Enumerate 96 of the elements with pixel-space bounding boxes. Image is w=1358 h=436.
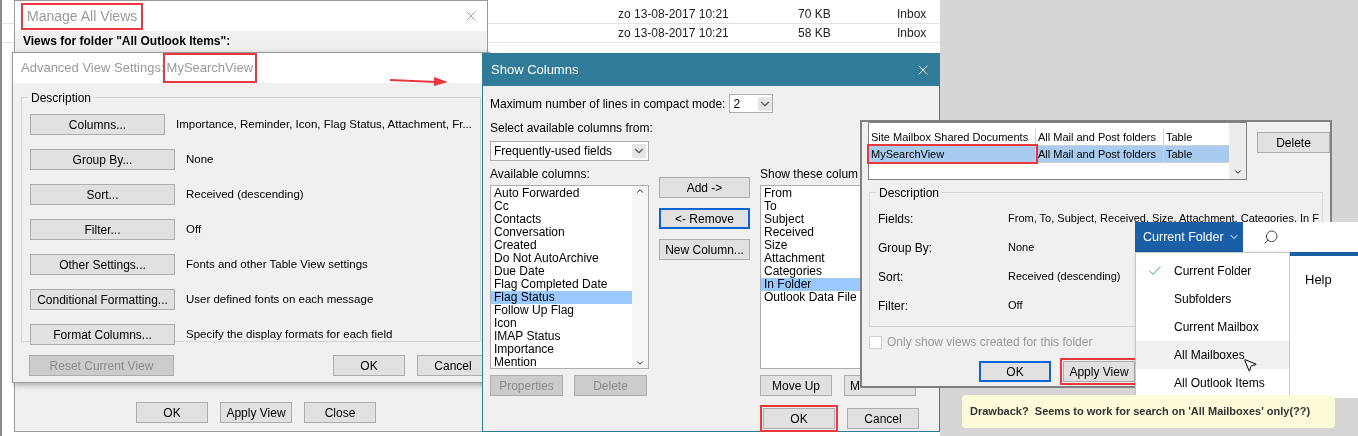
setting-value: Received (descending) xyxy=(186,186,304,202)
dialog-button[interactable]: Conditional Formatting... xyxy=(30,289,175,310)
arrow-annotation xyxy=(390,77,448,86)
list-item[interactable]: Due Date xyxy=(491,265,632,278)
dialog-button[interactable]: <- Remove xyxy=(659,208,750,229)
field-label: Filter: xyxy=(878,297,909,315)
field-label: Available columns: xyxy=(490,166,590,183)
dialog-button[interactable]: Close xyxy=(304,402,376,423)
dialog-button[interactable]: Format Columns... xyxy=(30,324,175,345)
list-item[interactable]: Flag Completed Date xyxy=(491,278,632,291)
scope-dropdown-button[interactable]: Current Folder xyxy=(1135,222,1243,252)
list-item[interactable]: Follow Up Flag xyxy=(491,304,632,317)
field-value: Off xyxy=(1008,298,1023,314)
menu-item[interactable]: All Mailboxes xyxy=(1136,341,1289,369)
window-title: Show Columns xyxy=(491,61,579,80)
chevron-up-icon xyxy=(635,186,645,196)
view-name: MySearchView xyxy=(164,55,256,81)
dialog-button[interactable]: Apply View xyxy=(220,402,292,423)
note-callout: Drawback? Seems to work for search on 'All Mailboxes' only(??) xyxy=(962,395,1335,428)
table-cell: MySearchView xyxy=(869,145,1036,163)
list-item[interactable]: Do Not AutoArchive xyxy=(491,252,632,265)
table-cell: Site Mailbox Shared Documents xyxy=(869,128,1036,146)
dialog-button[interactable]: Apply View xyxy=(1063,361,1135,382)
received-date: zo 13-08-2017 10:21 xyxy=(618,25,730,42)
menu-item-label: Subfolders xyxy=(1174,291,1232,308)
field-value: None xyxy=(1008,240,1035,256)
setting-value: Importance, Reminder, Icon, Flag Status, Attachment, Fr... xyxy=(176,116,472,132)
mouse-cursor-icon xyxy=(1242,357,1258,373)
chevron-down-icon xyxy=(635,358,645,368)
list-item[interactable]: Created xyxy=(491,239,632,252)
checkbox-label: Only show views created for this folder xyxy=(887,334,1093,351)
list-item[interactable]: Importance xyxy=(491,343,632,356)
list-item[interactable]: IMAP Status xyxy=(491,330,632,343)
received-date: zo 13-08-2017 10:21 xyxy=(618,6,730,23)
setting-value: None xyxy=(186,151,214,167)
menu-item[interactable]: Subfolders xyxy=(1136,285,1289,313)
lines-dropdown[interactable]: 2 xyxy=(729,94,774,113)
dialog-button[interactable]: Group By... xyxy=(30,149,175,170)
folder-name: Inbox xyxy=(897,25,927,42)
dialog-button[interactable]: Filter... xyxy=(30,219,175,240)
list-item[interactable]: Icon xyxy=(491,317,632,330)
list-item[interactable]: Conversation xyxy=(491,226,632,239)
setting-value: Fonts and other Table View settings xyxy=(186,256,368,272)
list-item[interactable]: Contacts xyxy=(491,213,632,226)
window-title: Manage All Views xyxy=(23,4,142,28)
menu-item-label: All Mailboxes xyxy=(1174,347,1245,364)
menu-item-label: Current Folder xyxy=(1174,263,1252,280)
table-cell: All Mail and Post folders xyxy=(1036,145,1164,163)
dialog-button[interactable]: Delete xyxy=(1257,132,1330,153)
dialog-button[interactable]: Other Settings... xyxy=(30,254,175,275)
search-icon xyxy=(1263,229,1279,245)
setting-value: Specify the display formats for each field xyxy=(186,326,393,342)
views-heading: Views for folder "All Outlook Items": xyxy=(23,34,231,48)
field-label: Group By: xyxy=(878,239,934,257)
field-value: Received (descending) xyxy=(1008,269,1121,285)
source-dropdown[interactable]: Frequently-used fields xyxy=(490,141,649,161)
message-size: 70 KB xyxy=(798,6,832,23)
dialog-button[interactable]: Cancel xyxy=(847,408,919,429)
search-field[interactable] xyxy=(1243,222,1358,252)
list-item[interactable]: Cc xyxy=(491,200,632,213)
chevron-down-icon xyxy=(1232,167,1243,177)
field-label: Fields: xyxy=(878,210,915,228)
field-label: Show these colum xyxy=(760,166,859,183)
menu-item[interactable]: All Outlook Items xyxy=(1136,369,1289,397)
dialog-button[interactable]: OK xyxy=(333,355,405,376)
menu-item-label: All Outlook Items xyxy=(1174,375,1265,392)
table-cell: All Mail and Post folders xyxy=(1036,128,1164,146)
dialog-button[interactable]: OK xyxy=(763,408,835,429)
scrollbar[interactable] xyxy=(1229,123,1246,179)
setting-value: User defined fonts on each message xyxy=(186,291,374,307)
window-title: Advanced View Settings: xyxy=(21,59,165,78)
scrollbar[interactable] xyxy=(632,186,648,368)
dialog-button[interactable]: OK xyxy=(979,361,1051,382)
dialog-button[interactable]: New Column... xyxy=(659,239,750,260)
dialog-button[interactable]: OK xyxy=(136,402,208,423)
folder-name: Inbox xyxy=(897,6,927,23)
dialog-button[interactable]: Add -> xyxy=(659,177,750,198)
table-row[interactable]: MySearchView All Mail and Post folders Table xyxy=(869,146,1229,163)
menu-item[interactable]: Current Folder xyxy=(1136,257,1289,285)
message-size: 58 KB xyxy=(798,25,832,42)
table-cell-text: Table xyxy=(1165,146,1194,162)
ribbon-tab[interactable]: Help xyxy=(1305,270,1358,290)
dialog-button[interactable]: Move Up xyxy=(760,375,832,396)
list-item[interactable]: Flag Status xyxy=(491,291,632,304)
chevron-down-icon xyxy=(758,96,773,111)
field-label: Select available columns from: xyxy=(490,120,653,137)
dialog-button[interactable]: Sort... xyxy=(30,184,175,205)
field-label: Maximum number of lines in compact mode: xyxy=(490,95,726,113)
setting-value: Off xyxy=(186,221,202,237)
table-cell-text: Table xyxy=(1165,129,1194,145)
menu-item[interactable]: Current Mailbox xyxy=(1136,313,1289,341)
menu-item-label: Current Mailbox xyxy=(1174,319,1259,336)
list-item[interactable]: Auto Forwarded xyxy=(491,187,632,200)
chevron-down-icon xyxy=(632,144,646,158)
list-item[interactable]: Mention xyxy=(491,356,632,369)
dialog-button[interactable]: Columns... xyxy=(30,114,166,135)
